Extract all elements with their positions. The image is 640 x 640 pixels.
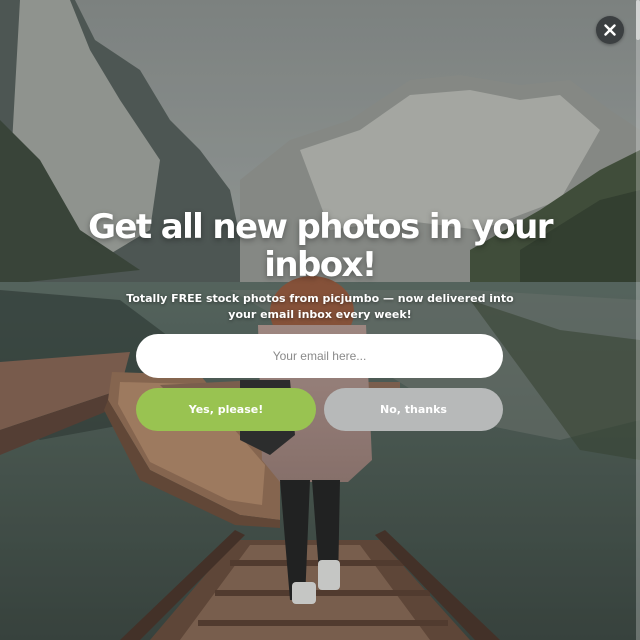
no-thanks-button[interactable]: No, thanks [324,388,503,431]
popup-subtext: Totally FREE stock photos from picjumbo … [126,292,514,321]
popup-headline: Get all new photos in your inbox! [88,207,553,285]
email-input[interactable] [136,334,503,378]
yes-please-button[interactable]: Yes, please! [136,388,316,431]
newsletter-popup-screen: Get all new photos in your inbox! Totall… [0,0,640,640]
close-button[interactable] [596,16,624,44]
scrollbar[interactable] [636,0,640,640]
close-icon [604,24,616,36]
scrollbar-thumb[interactable] [636,0,640,40]
